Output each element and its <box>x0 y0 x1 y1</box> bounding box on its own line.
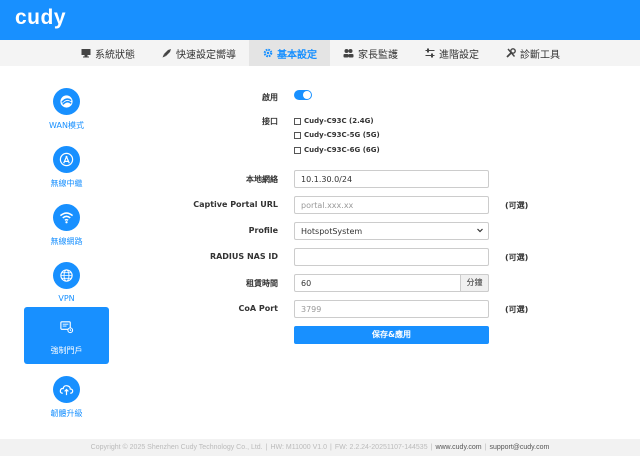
footer-email-link[interactable]: support@cudy.com <box>489 444 549 451</box>
footer-hw: HW: M11000 V1.0 <box>270 444 328 451</box>
interface-option-2g[interactable]: Cudy-C93C (2.4G) <box>294 116 374 126</box>
footer-separator: | <box>484 444 487 451</box>
coa-port-label: CoA Port <box>238 304 278 313</box>
tab-label: 快速設定嚮導 <box>176 49 236 61</box>
lease-time-unit: 分鐘 <box>460 274 489 292</box>
interface-option-6g[interactable]: Cudy-C93C-6G (6G) <box>294 145 380 155</box>
sidebar-item-wan[interactable]: WAN模式 <box>24 82 109 138</box>
wan-globe-icon <box>53 88 80 115</box>
sidebar-item-label: 韌體升級 <box>50 409 83 418</box>
vpn-globe-icon <box>53 262 80 289</box>
coa-port-input[interactable]: 3799 <box>294 300 489 318</box>
interface-option-label: Cudy-C93C (2.4G) <box>304 117 374 125</box>
profile-label: Profile <box>248 226 278 235</box>
captive-portal-icon <box>53 313 80 340</box>
footer-fw: FW: 2.2.24-20251107-144535 <box>334 444 428 451</box>
portal-url-input[interactable]: portal.xxx.xx <box>294 196 489 214</box>
rocket-icon <box>161 48 172 59</box>
footer-separator: | <box>265 444 268 451</box>
sidebar-item-label: 強制門戶 <box>50 346 83 355</box>
tab-label: 進階設定 <box>439 49 479 61</box>
sidebar-item-label: 無線中繼 <box>50 179 83 188</box>
profile-selected-value: HotspotSystem <box>301 227 363 236</box>
sidebar-item-wireless[interactable]: 無線網路 <box>24 198 109 254</box>
interface-checkbox-6g[interactable] <box>294 146 301 154</box>
footer-separator: | <box>430 444 433 451</box>
tab-label: 家長監護 <box>358 49 398 61</box>
lease-time-input[interactable]: 60 分鐘 <box>294 274 489 292</box>
enable-label: 啟用 <box>262 93 278 102</box>
tab-quick-setup[interactable]: 快速設定嚮導 <box>148 40 249 66</box>
sidebar-item-label: WAN模式 <box>49 121 84 130</box>
sidebar-item-label: VPN <box>58 294 75 303</box>
lease-time-label: 租賃時間 <box>246 279 278 288</box>
save-apply-button[interactable]: 保存&應用 <box>294 326 489 344</box>
wifi-icon <box>53 204 80 231</box>
tools-icon <box>505 48 516 59</box>
sidebar-item-firmware[interactable]: 韌體升級 <box>24 370 109 426</box>
tab-parental-control[interactable]: 家長監護 <box>330 40 411 66</box>
coa-port-optional: (可選) <box>505 305 529 314</box>
portal-url-label: Captive Portal URL <box>193 200 278 209</box>
users-icon <box>343 48 354 59</box>
monitor-icon <box>80 48 91 59</box>
radius-nas-id-input[interactable] <box>294 248 489 266</box>
portal-url-optional: (可選) <box>505 201 529 210</box>
tab-label: 基本設定 <box>277 49 317 61</box>
tab-basic-settings[interactable]: 基本設定 <box>249 40 330 66</box>
interface-label: 接口 <box>262 117 278 126</box>
footer-separator: | <box>330 444 332 451</box>
local-network-input[interactable]: 10.1.30.0/24 <box>294 170 489 188</box>
cloud-upload-icon <box>53 376 80 403</box>
radius-label: RADIUS NAS ID <box>209 252 278 261</box>
footer: Copyright © 2025 Shenzhen Cudy Technolog… <box>0 439 640 456</box>
interface-option-label: Cudy-C93C-5G (5G) <box>304 131 380 139</box>
interface-checkbox-5g[interactable] <box>294 131 301 139</box>
sidebar-item-repeater[interactable]: 無線中繼 <box>24 140 109 196</box>
tab-label: 診斷工具 <box>520 49 560 61</box>
lease-time-value: 60 <box>301 279 312 288</box>
cudy-logo[interactable]: cudy <box>15 6 66 30</box>
top-header: cudy <box>0 0 640 40</box>
sidebar-item-captive-portal[interactable]: 強制門戶 <box>24 307 109 364</box>
sliders-icon <box>424 48 435 59</box>
tab-system-status[interactable]: 系統狀態 <box>67 40 148 66</box>
tab-diagnostics[interactable]: 診斷工具 <box>492 40 573 66</box>
local-network-label: 本地網絡 <box>246 175 278 184</box>
footer-website-link[interactable]: www.cudy.com <box>435 444 481 451</box>
interface-option-label: Cudy-C93C-6G (6G) <box>304 146 380 154</box>
gear-icon <box>262 48 273 59</box>
sidebar-item-label: 無線網路 <box>50 237 83 246</box>
enable-toggle[interactable] <box>294 90 312 100</box>
radius-optional: (可選) <box>505 253 529 262</box>
main-nav: 系統狀態 快速設定嚮導 基本設定 家長監護 進階設定 診斷工具 <box>0 40 640 66</box>
profile-select[interactable]: HotspotSystem <box>294 222 489 240</box>
interface-checkbox-2g[interactable] <box>294 117 301 125</box>
interface-option-5g[interactable]: Cudy-C93C-5G (5G) <box>294 130 380 140</box>
repeater-antenna-icon <box>53 146 80 173</box>
tab-advanced-settings[interactable]: 進階設定 <box>411 40 492 66</box>
tab-label: 系統狀態 <box>95 49 135 61</box>
chevron-down-icon <box>476 226 484 236</box>
footer-copyright: Copyright © 2025 Shenzhen Cudy Technolog… <box>90 444 263 451</box>
sidebar-item-vpn[interactable]: VPN <box>24 256 109 312</box>
